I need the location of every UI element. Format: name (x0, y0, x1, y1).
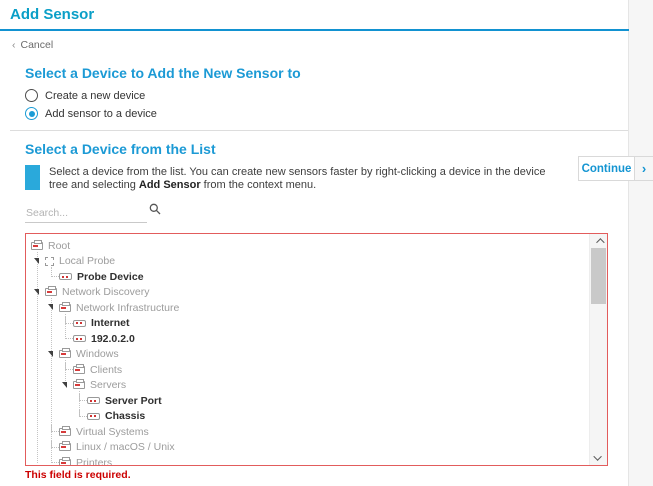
group-icon (73, 363, 85, 374)
expander-icon[interactable] (34, 288, 39, 295)
tree-node[interactable]: Network Discovery (26, 285, 607, 301)
tree-node-label: Clients (90, 363, 123, 376)
cancel-label: Cancel (20, 39, 54, 51)
search-input[interactable] (25, 205, 147, 223)
tree-node[interactable]: Printers (26, 455, 607, 466)
radio-label: Add sensor to a device (45, 107, 157, 120)
device-icon (87, 412, 100, 420)
radio-icon[interactable] (25, 107, 38, 120)
search-icon[interactable] (149, 202, 161, 220)
tree-rows: Root Local Probe Probe Device Network Disco… (26, 238, 607, 466)
group-icon (59, 348, 71, 359)
add-sensor-page: Add Sensor ‹ Cancel Select a Device to Ad… (0, 0, 653, 486)
device-tree[interactable]: Root Local Probe Probe Device Network Disco… (25, 233, 608, 466)
validation-message: This field is required. (25, 469, 131, 481)
tree-node[interactable]: Linux / macOS / Unix (26, 440, 607, 456)
info-text-bold: Add Sensor (138, 179, 201, 191)
tree-connector (65, 363, 73, 370)
continue-button[interactable]: Continue (578, 156, 635, 181)
radio-icon[interactable] (25, 89, 38, 102)
tree-node-label: Printers (76, 456, 113, 466)
expander-icon[interactable] (62, 381, 67, 388)
tree-node-label: Probe Device (77, 270, 144, 283)
search-field-wrap (25, 203, 161, 223)
section-divider (10, 130, 628, 131)
device-list-heading: Select a Device from the List (25, 141, 216, 157)
back-chevron-icon: ‹ (12, 39, 16, 51)
tree-node-label: Virtual Systems (76, 425, 149, 438)
group-icon (59, 456, 71, 465)
tree-node[interactable]: Virtual Systems (26, 424, 607, 440)
device-icon (73, 319, 86, 327)
tree-node[interactable]: Servers (26, 378, 607, 394)
tree-node[interactable]: Root (26, 238, 607, 254)
tree-node-label: Internet (91, 317, 130, 330)
tree-node-label: Linux / macOS / Unix (76, 441, 175, 454)
radio-create-new-device[interactable]: Create a new device (25, 89, 145, 102)
tree-node[interactable]: Probe Device (26, 269, 607, 285)
device-icon (73, 335, 86, 343)
title-underline (0, 29, 629, 31)
continue-chevron-button[interactable]: › (635, 156, 653, 181)
group-icon (59, 425, 71, 436)
tree-connector (65, 316, 73, 324)
device-icon (87, 397, 100, 405)
device-icon (59, 273, 72, 281)
tree-node[interactable]: 192.0.2.0 (26, 331, 607, 347)
tree-node[interactable]: Network Infrastructure (26, 300, 607, 316)
radio-label: Create a new device (45, 89, 146, 102)
tree-node-label: Server Port (105, 394, 162, 407)
device-choice-heading: Select a Device to Add the New Sensor to (25, 65, 301, 81)
tree-node-label: Root (48, 239, 71, 252)
expander-icon[interactable] (34, 257, 39, 264)
tree-connector (51, 440, 59, 448)
continue-button-group: Continue › (578, 156, 653, 181)
group-icon (59, 301, 71, 312)
tree-connector (51, 425, 59, 432)
info-square-icon (25, 165, 40, 190)
tree-node[interactable]: Internet (26, 316, 607, 332)
info-text: Select a device from the list. You can c… (49, 165, 565, 192)
tree-node-label: 192.0.2.0 (91, 332, 135, 345)
info-text-suffix: from the context menu. (200, 179, 317, 191)
expander-icon[interactable] (48, 350, 53, 357)
tree-node[interactable]: Local Probe (26, 254, 607, 270)
tree-node-label: Servers (90, 379, 127, 392)
tree-node-label: Local Probe (59, 255, 116, 268)
expander-icon[interactable] (48, 304, 53, 310)
tree-node-label: Network Infrastructure (76, 301, 180, 314)
tree-node[interactable]: Clients (26, 362, 607, 378)
radio-add-sensor-to-device[interactable]: Add sensor to a device (25, 107, 157, 120)
scrollbar[interactable] (589, 234, 607, 465)
scroll-up-icon[interactable] (590, 234, 607, 248)
probe-icon (45, 256, 54, 266)
right-side-rail (628, 0, 653, 486)
cancel-button[interactable]: ‹ Cancel (12, 39, 53, 51)
tree-connector (79, 409, 87, 417)
group-icon (45, 286, 57, 297)
tree-connector (65, 332, 73, 339)
scroll-down-icon[interactable] (590, 451, 607, 465)
page-title: Add Sensor (10, 6, 95, 23)
tree-connector (79, 394, 87, 401)
group-icon (59, 441, 71, 452)
tree-connector (51, 456, 59, 463)
tree-node-label: Chassis (105, 410, 146, 423)
tree-node[interactable]: Windows (26, 347, 607, 363)
tree-connector (51, 270, 59, 277)
tree-node-label: Network Discovery (62, 286, 150, 299)
info-banner: Select a device from the list. You can c… (25, 165, 565, 192)
group-icon (73, 379, 85, 390)
tree-node[interactable]: Server Port (26, 393, 607, 409)
group-icon (31, 239, 43, 250)
tree-node-label: Windows (76, 348, 119, 361)
scrollbar-thumb[interactable] (591, 248, 606, 304)
tree-node[interactable]: Chassis (26, 409, 607, 425)
